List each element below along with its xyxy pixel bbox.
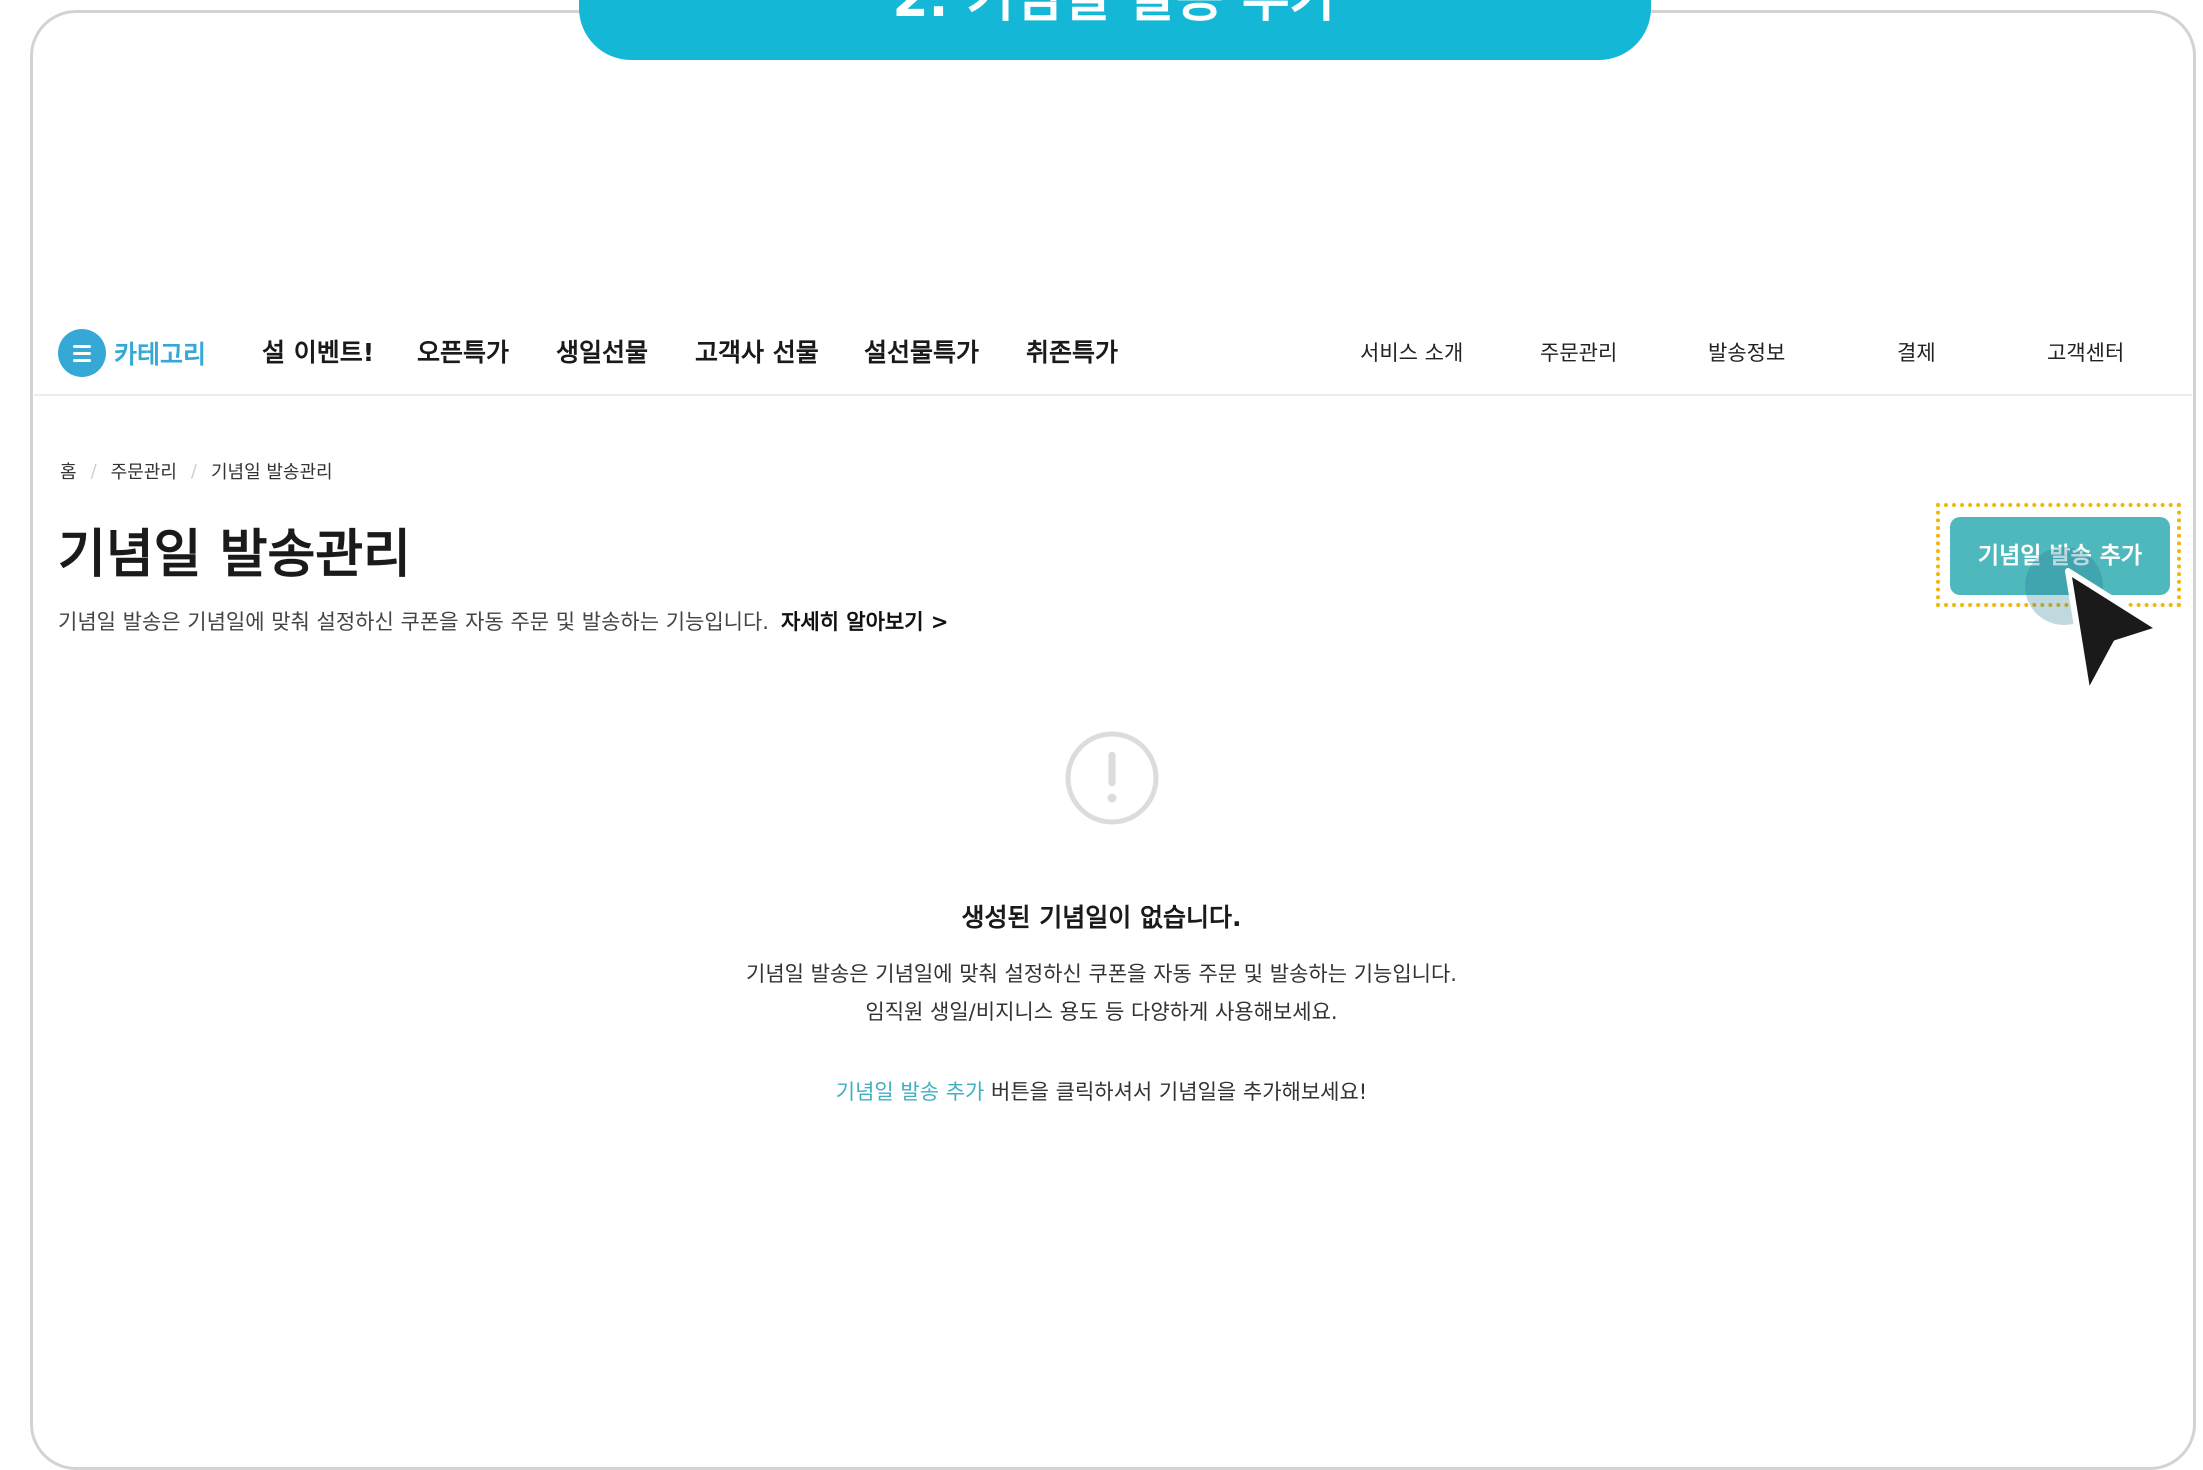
breadcrumb-current: 기념일 발송관리 — [210, 462, 333, 483]
empty-state-hint-text: 버튼을 클릭하셔서 기념일을 추가해보세요! — [984, 1080, 1368, 1104]
empty-state-hint: 기념일 발송 추가 버튼을 클릭하셔서 기념일을 추가해보세요! — [0, 1076, 2203, 1106]
breadcrumb-separator: / — [90, 460, 97, 482]
top-navigation: 카테고리 설 이벤트! 오픈특가 생일선물 고객사 선물 설선물특가 취존특가 … — [34, 310, 2192, 396]
breadcrumb-home[interactable]: 홈 — [60, 458, 77, 484]
category-label: 카테고리 — [114, 340, 207, 369]
breadcrumb-order-management[interactable]: 주문관리 — [111, 458, 177, 484]
empty-state-description: 기념일 발송은 기념일에 맞춰 설정하신 쿠폰을 자동 주문 및 발송하는 기능… — [746, 962, 1457, 986]
nav-item-open-special[interactable]: 오픈특가 — [417, 310, 509, 396]
empty-state-hint-accent: 기념일 발송 추가 — [835, 1080, 985, 1104]
empty-state-usage-note: 임직원 생일/비지니스 용도 등 다양하게 사용해보세요. — [865, 1000, 1338, 1024]
nav-item-payment[interactable]: 결제 — [1897, 310, 1936, 396]
page-title: 기념일 발송관리 — [58, 525, 411, 585]
nav-item-service-intro[interactable]: 서비스 소개 — [1360, 310, 1463, 396]
nav-item-shipping-info[interactable]: 발송정보 — [1708, 310, 1785, 396]
nav-item-order-management[interactable]: 주문관리 — [1540, 310, 1617, 396]
nav-item-new-year-gift-special[interactable]: 설선물특가 — [864, 310, 979, 396]
nav-item-taste-special[interactable]: 취존특가 — [1026, 310, 1118, 396]
step-banner: 2. 기념일 발송 추가 — [579, 0, 1651, 60]
learn-more-link[interactable]: 자세히 알아보기 > — [781, 606, 948, 636]
nav-item-birthday-gift[interactable]: 생일선물 — [556, 310, 648, 396]
chevron-right-icon: > — [930, 610, 949, 634]
breadcrumb-separator: / — [190, 460, 197, 482]
nav-item-client-gift[interactable]: 고객사 선물 — [695, 310, 819, 396]
empty-state-title: 생성된 기념일이 없습니다. — [961, 903, 1242, 932]
learn-more-label: 자세히 알아보기 — [781, 610, 924, 634]
breadcrumb: 홈 / 주문관리 / 기념일 발송관리 — [60, 458, 333, 484]
alert-circle-icon — [1065, 731, 1159, 825]
page-description: 기념일 발송은 기념일에 맞춰 설정하신 쿠폰을 자동 주문 및 발송하는 기능… — [58, 606, 948, 636]
nav-item-customer-center[interactable]: 고객센터 — [2047, 310, 2124, 396]
mouse-cursor-icon — [2065, 568, 2163, 698]
category-menu-button[interactable]: 카테고리 — [58, 328, 206, 378]
hamburger-menu-icon — [58, 329, 106, 377]
nav-item-new-year-event[interactable]: 설 이벤트! — [262, 310, 374, 396]
page-description-text: 기념일 발송은 기념일에 맞춰 설정하신 쿠폰을 자동 주문 및 발송하는 기능… — [58, 610, 769, 634]
